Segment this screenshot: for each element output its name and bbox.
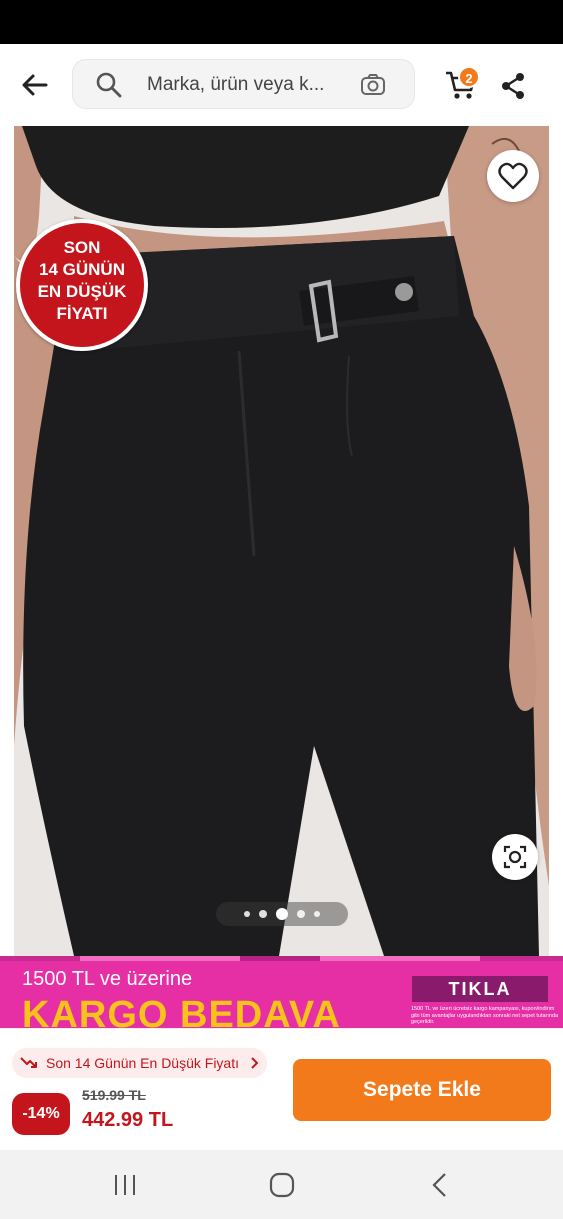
banner-title: KARGO BEDAVA <box>22 994 341 1028</box>
top-bar: Marka, ürün veya k... 2 <box>0 44 563 126</box>
gallery-dot[interactable] <box>314 911 320 917</box>
search-icon <box>96 72 122 98</box>
share-icon[interactable] <box>500 72 526 100</box>
search-placeholder: Marka, ürün veya k... <box>147 74 325 95</box>
lens-icon <box>503 845 527 869</box>
lowest-price-label: Son 14 Günün En Düşük Fiyatı <box>46 1055 239 1071</box>
trend-down-icon <box>20 1057 37 1068</box>
gallery-dot[interactable] <box>244 911 250 917</box>
back-arrow-icon[interactable] <box>18 68 52 102</box>
recents-icon[interactable] <box>110 1170 140 1200</box>
visual-search-button[interactable] <box>492 834 538 880</box>
discount-badge: -14% <box>12 1093 70 1135</box>
banner-fine-print: 1500 TL ve üzeri ücretsiz kargo kampanya… <box>411 1006 559 1025</box>
cart-count-badge: 2 <box>458 66 480 88</box>
home-icon[interactable] <box>267 1170 297 1200</box>
status-bar <box>0 0 563 44</box>
product-image-gallery[interactable]: SON 14 GÜNÜN EN DÜŞÜK FİYATI <box>14 126 549 956</box>
system-nav-bar <box>0 1150 563 1219</box>
camera-search-icon[interactable] <box>360 72 386 98</box>
old-price: 519.99 TL <box>82 1087 146 1103</box>
add-to-cart-button[interactable]: Sepete Ekle <box>293 1059 551 1121</box>
chevron-right-icon <box>251 1057 259 1069</box>
gallery-dot[interactable] <box>297 910 305 918</box>
favorite-button[interactable] <box>487 150 539 202</box>
gallery-dot-active[interactable] <box>276 908 288 920</box>
gallery-dot[interactable] <box>259 910 267 918</box>
lowest-price-chip[interactable]: Son 14 Günün En Düşük Fiyatı <box>12 1048 267 1078</box>
free-shipping-banner[interactable]: 1500 TL ve üzerine KARGO BEDAVA TIKLA 15… <box>0 956 563 1028</box>
back-icon[interactable] <box>426 1170 456 1200</box>
banner-cta-button[interactable]: TIKLA <box>412 976 548 1002</box>
lowest-price-seal: SON 14 GÜNÜN EN DÜŞÜK FİYATI <box>16 219 148 351</box>
banner-subtitle: 1500 TL ve üzerine <box>22 968 193 990</box>
search-input[interactable]: Marka, ürün veya k... <box>72 59 415 109</box>
purchase-bar: Son 14 Günün En Düşük Fiyatı -14% 519.99… <box>0 1028 563 1150</box>
heart-icon <box>498 162 528 190</box>
current-price: 442.99 TL <box>82 1109 174 1131</box>
gallery-pagination[interactable] <box>216 902 348 926</box>
